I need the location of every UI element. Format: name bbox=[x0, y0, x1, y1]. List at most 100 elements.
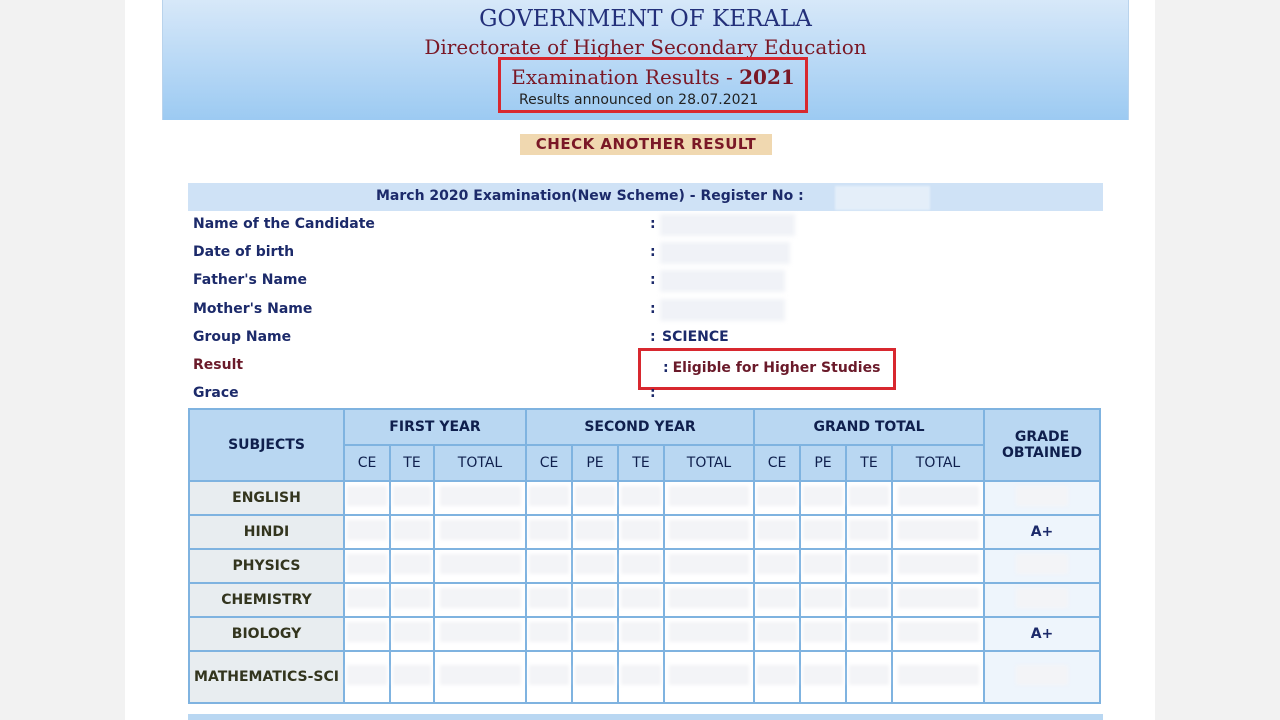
redacted-mark bbox=[347, 554, 387, 574]
mark-cell-redacted bbox=[389, 616, 435, 652]
redacted-mark bbox=[803, 588, 843, 608]
mark-cell-redacted bbox=[663, 480, 755, 516]
redacted-mark bbox=[803, 520, 843, 540]
mark-cell-redacted bbox=[525, 480, 573, 516]
redacted-mark bbox=[529, 622, 569, 642]
table-row: ENGLISH bbox=[188, 480, 1101, 516]
redacted-grade bbox=[1016, 665, 1068, 685]
grade-cell: A+ bbox=[983, 616, 1101, 652]
check-another-result-button[interactable]: CHECK ANOTHER RESULT bbox=[520, 134, 772, 155]
mark-cell-redacted bbox=[845, 548, 893, 584]
table-row: PHYSICS bbox=[188, 548, 1101, 584]
mark-cell-redacted bbox=[891, 548, 985, 584]
redacted-mark bbox=[849, 665, 889, 685]
mark-cell-redacted bbox=[525, 650, 573, 704]
redacted-mark bbox=[849, 486, 889, 506]
colon: : bbox=[650, 329, 656, 345]
redacted-mark bbox=[803, 622, 843, 642]
redacted-mark bbox=[439, 486, 521, 506]
mark-cell-redacted bbox=[433, 616, 527, 652]
redacted-mark bbox=[621, 622, 661, 642]
redacted-mark bbox=[439, 622, 521, 642]
mark-cell-redacted bbox=[571, 582, 619, 618]
redacted-mark bbox=[757, 622, 797, 642]
redacted-mark bbox=[669, 520, 749, 540]
redacted-mark bbox=[849, 520, 889, 540]
redacted-mark bbox=[347, 486, 387, 506]
redacted-mark bbox=[347, 588, 387, 608]
redacted-mark bbox=[529, 520, 569, 540]
group-name-value: SCIENCE bbox=[662, 329, 729, 345]
redacted-mark bbox=[393, 520, 431, 540]
grand-total-header: GRAND TOTAL bbox=[753, 408, 985, 446]
redacted-mark bbox=[897, 554, 979, 574]
redacted-mark bbox=[439, 588, 521, 608]
mark-cell-redacted bbox=[891, 650, 985, 704]
subject-name: BIOLOGY bbox=[188, 616, 345, 652]
mark-cell-redacted bbox=[845, 480, 893, 516]
mother-name-label: Mother's Name bbox=[193, 301, 313, 317]
mark-cell-redacted bbox=[525, 582, 573, 618]
redacted-mark bbox=[393, 588, 431, 608]
subject-name: MATHEMATICS-SCI bbox=[188, 650, 345, 704]
subject-name: ENGLISH bbox=[188, 480, 345, 516]
exam-year: 2021 bbox=[739, 65, 795, 89]
mark-cell-redacted bbox=[663, 514, 755, 550]
mark-cell-redacted bbox=[343, 650, 391, 704]
pe-header: PE bbox=[571, 444, 619, 482]
result-highlight: : Eligible for Higher Studies bbox=[638, 348, 896, 390]
father-name-redacted bbox=[660, 270, 785, 292]
redacted-mark bbox=[669, 554, 749, 574]
result-value: : Eligible for Higher Studies bbox=[663, 360, 880, 376]
redacted-mark bbox=[575, 588, 615, 608]
redacted-mark bbox=[669, 665, 749, 685]
mark-cell-redacted bbox=[389, 548, 435, 584]
mark-cell-redacted bbox=[753, 514, 801, 550]
mark-cell-redacted bbox=[845, 650, 893, 704]
redacted-mark bbox=[621, 588, 661, 608]
mark-cell-redacted bbox=[845, 514, 893, 550]
redacted-mark bbox=[393, 554, 431, 574]
redacted-mark bbox=[669, 588, 749, 608]
mark-cell-redacted bbox=[663, 616, 755, 652]
redacted-mark bbox=[897, 665, 979, 685]
mark-cell-redacted bbox=[663, 650, 755, 704]
grade-cell bbox=[983, 582, 1101, 618]
redacted-mark bbox=[897, 520, 979, 540]
mark-cell-redacted bbox=[433, 514, 527, 550]
redacted-mark bbox=[529, 588, 569, 608]
mark-cell-redacted bbox=[433, 548, 527, 584]
mark-cell-redacted bbox=[891, 514, 985, 550]
subject-name: CHEMISTRY bbox=[188, 582, 345, 618]
grade-cell bbox=[983, 480, 1101, 516]
redacted-mark bbox=[529, 486, 569, 506]
redacted-mark bbox=[575, 665, 615, 685]
mark-cell-redacted bbox=[617, 480, 665, 516]
result-page: GOVERNMENT OF KERALA Directorate of High… bbox=[125, 0, 1155, 720]
redacted-grade bbox=[1016, 554, 1068, 574]
redacted-mark bbox=[439, 554, 521, 574]
government-title: GOVERNMENT OF KERALA bbox=[479, 6, 812, 32]
register-bar: March 2020 Examination(New Scheme) - Reg… bbox=[188, 183, 1103, 211]
candidate-name-redacted bbox=[660, 214, 795, 236]
grace-label: Grace bbox=[193, 385, 239, 401]
grade-cell: A+ bbox=[983, 514, 1101, 550]
colon: : bbox=[650, 301, 656, 317]
exam-title-text: Examination Results - bbox=[511, 65, 740, 89]
dob-label: Date of birth bbox=[193, 244, 295, 260]
redacted-mark bbox=[439, 665, 521, 685]
father-name-label: Father's Name bbox=[193, 272, 307, 288]
grade-cell bbox=[983, 548, 1101, 584]
mark-cell-redacted bbox=[433, 650, 527, 704]
result-label: Result bbox=[193, 357, 244, 373]
redacted-mark bbox=[803, 486, 843, 506]
page-header: GOVERNMENT OF KERALA Directorate of High… bbox=[162, 0, 1129, 120]
mark-cell-redacted bbox=[845, 582, 893, 618]
redacted-mark bbox=[897, 486, 979, 506]
total-header: TOTAL bbox=[433, 444, 527, 482]
te-header: TE bbox=[617, 444, 665, 482]
mark-cell-redacted bbox=[525, 548, 573, 584]
table-footer-strip bbox=[188, 714, 1103, 720]
table-row: BIOLOGY A+ bbox=[188, 616, 1101, 652]
redacted-mark bbox=[575, 520, 615, 540]
